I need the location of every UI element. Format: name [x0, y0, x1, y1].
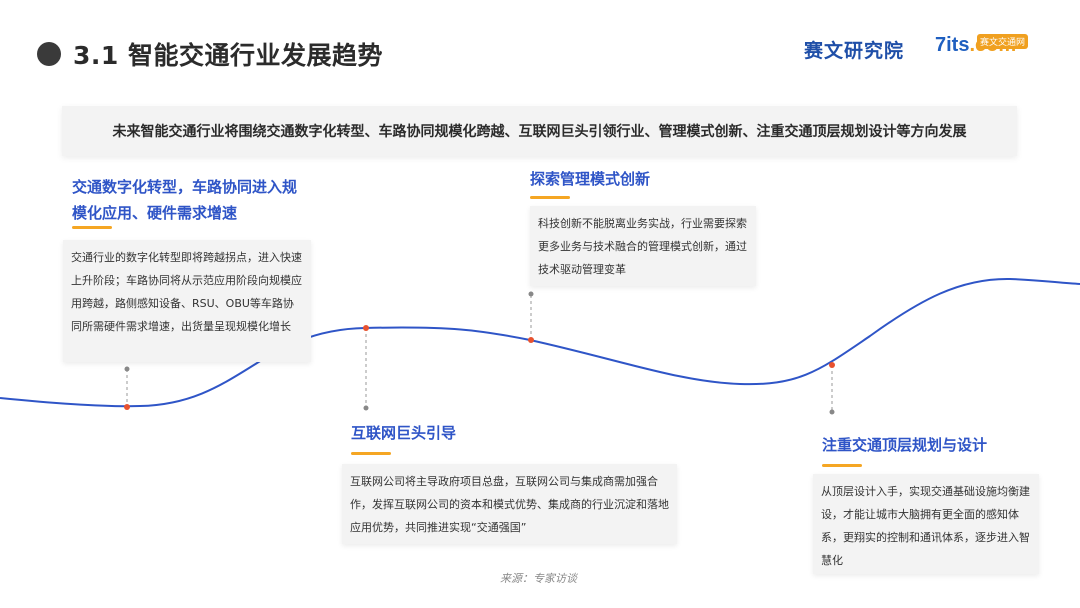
- trend-1-heading: 交通数字化转型，车路协同进入规 模化应用、硬件需求增速: [72, 174, 332, 226]
- connector-dot-3: [528, 291, 534, 297]
- trend-1-heading-line1: 交通数字化转型，车路协同进入规: [72, 178, 298, 196]
- curve-marker-1: [124, 404, 130, 410]
- connector-dot-4: [829, 409, 835, 415]
- connector-dot-1: [124, 366, 130, 372]
- trend-3-heading: 探索管理模式创新: [530, 170, 651, 188]
- source-note: 来源：专家访谈: [500, 572, 577, 585]
- curve-marker-3: [528, 337, 534, 343]
- trend-1-card: 交通行业的数字化转型即将跨越拐点，进入快速上升阶段；车路协同将从示范应用阶段向规…: [63, 240, 311, 362]
- trend-2-accent: [351, 452, 391, 455]
- connector-dot-2: [363, 405, 369, 411]
- trend-1-accent: [72, 226, 112, 229]
- curve-marker-4: [829, 362, 835, 368]
- trend-2-card: 互联网公司将主导政府项目总盘，互联网公司与集成商需加强合作，发挥互联网公司的资本…: [342, 464, 677, 544]
- trend-3-accent: [530, 196, 570, 199]
- trend-4-heading: 注重交通顶层规划与设计: [822, 436, 988, 454]
- trend-3-card: 科技创新不能脱离业务实战，行业需要探索更多业务与技术融合的管理模式创新，通过技术…: [530, 206, 756, 286]
- trend-4-accent: [822, 464, 862, 467]
- trend-4-card: 从顶层设计入手，实现交通基础设施均衡建设，才能让城市大脑拥有更全面的感知体系，更…: [813, 474, 1039, 574]
- curve-marker-2: [363, 325, 369, 331]
- trend-2-heading: 互联网巨头引导: [351, 424, 457, 442]
- trend-1-heading-line2: 模化应用、硬件需求增速: [72, 204, 238, 222]
